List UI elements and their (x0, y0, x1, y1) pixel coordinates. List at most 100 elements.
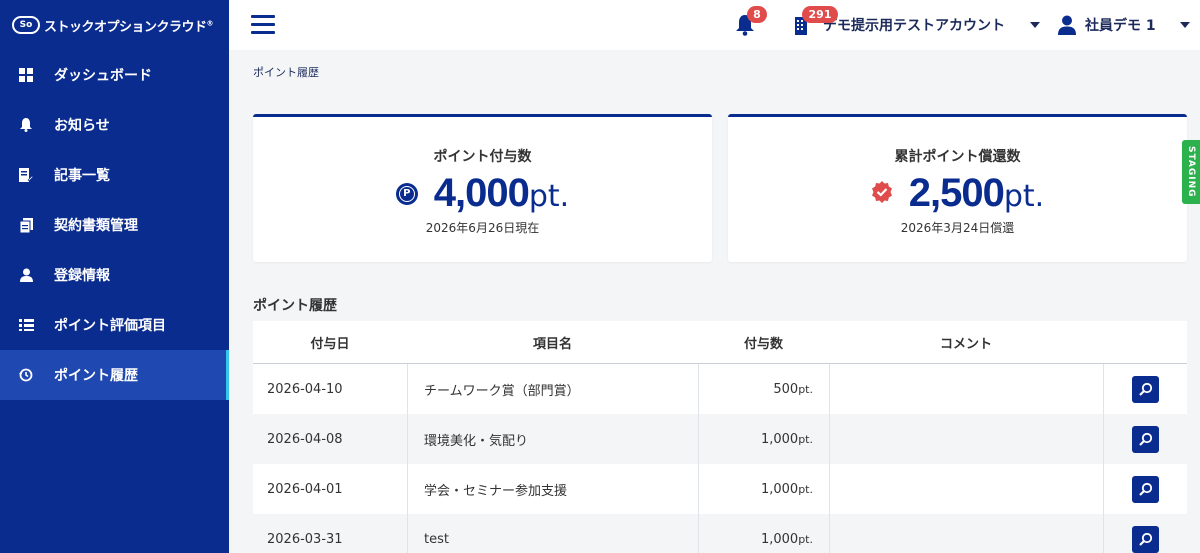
cell-amount: 1,000 pt. (698, 464, 829, 514)
cell-item: test (407, 514, 698, 553)
column-header-item: 項目名 (532, 336, 572, 352)
sidebar-item-label: ポイント評価項目 (54, 318, 166, 334)
user-icon (18, 267, 34, 283)
sidebar-item-label: ポイント履歴 (54, 368, 138, 384)
amount-value: 500 (773, 381, 799, 397)
sidebar-item-label: ダッシュボード (54, 68, 152, 84)
cell-amount: 500 pt. (698, 364, 829, 414)
point-history-table: 付与日 項目名 付与数 コメント 2026-04-10 チームワーク賞（部門賞）… (253, 321, 1187, 553)
user-menu[interactable]: 社員デモ 1 (1085, 15, 1156, 35)
section-title: ポイント履歴 (253, 298, 337, 314)
sidebar-item-contracts[interactable]: 契約書類管理 (0, 200, 229, 250)
cell-actions (1103, 364, 1187, 414)
sidebar: So ストックオプションクラウド® ダッシュボード お知らせ 記事一覧 契約書類… (0, 0, 229, 553)
sidebar-item-label: 契約書類管理 (54, 218, 138, 234)
sidebar-item-label: お知らせ (54, 118, 110, 134)
amount-unit: pt. (798, 432, 813, 446)
table-header: 付与日 項目名 付与数 コメント (253, 321, 1187, 364)
cell-actions (1103, 464, 1187, 514)
search-icon (1138, 532, 1152, 546)
cell-date: 2026-04-10 (267, 381, 343, 397)
cell-date: 2026-04-08 (267, 431, 343, 447)
logo-badge: So (12, 16, 40, 34)
sidebar-item-profile[interactable]: 登録情報 (0, 250, 229, 300)
point-coin-icon: P (395, 182, 418, 205)
cell-item: 学会・セミナー参加支援 (407, 464, 698, 514)
table-row: 2026-04-08 環境美化・気配り 1,000 pt. (253, 414, 1187, 464)
sidebar-item-notices[interactable]: お知らせ (0, 100, 229, 150)
card-date: 2026年3月24日償還 (900, 221, 1015, 235)
points-granted-value: 4,000 (433, 171, 530, 215)
staging-tab: STAGING (1182, 140, 1200, 204)
column-header-date: 付与日 (310, 336, 350, 352)
search-icon (1138, 382, 1152, 396)
table-row: 2026-03-31 test 1,000 pt. (253, 514, 1187, 553)
grid-icon (18, 67, 34, 83)
cell-amount: 1,000 pt. (698, 514, 829, 553)
search-icon (1138, 482, 1152, 496)
amount-unit: pt. (798, 482, 813, 496)
hamburger-menu-icon[interactable] (251, 15, 275, 35)
cell-date: 2026-03-31 (267, 531, 343, 547)
edit-document-icon (18, 167, 34, 183)
sidebar-item-point-criteria[interactable]: ポイント評価項目 (0, 300, 229, 350)
top-header: 8 デモ提示用テストアカウント 291 社員デモ 1 (229, 0, 1200, 50)
amount-value: 1,000 (760, 531, 799, 547)
card-title: ポイント付与数 (433, 149, 532, 165)
list-icon (18, 317, 34, 333)
account-selector[interactable]: デモ提示用テストアカウント (823, 15, 1005, 35)
breadcrumb[interactable]: ポイント履歴 (253, 64, 319, 80)
cell-actions (1103, 514, 1187, 553)
card-value: 2,500pt. (728, 171, 1187, 216)
amount-unit: pt. (798, 382, 813, 396)
sidebar-nav: ダッシュボード お知らせ 記事一覧 契約書類管理 登録情報 ポイント評価項目 ポ… (0, 50, 229, 400)
app-logo[interactable]: So ストックオプションクラウド® (0, 0, 229, 50)
detail-search-button[interactable] (1132, 425, 1159, 453)
cell-comment (829, 364, 1103, 414)
cell-comment (829, 414, 1103, 464)
notification-count-badge: 8 (747, 6, 767, 23)
sidebar-item-label: 記事一覧 (54, 168, 110, 184)
points-unit: pt. (1003, 179, 1045, 214)
points-redeemed-card: 累計ポイント償還数 2,500pt. 2026年3月24日償還 (728, 114, 1187, 262)
search-icon (1138, 432, 1152, 446)
card-value: P 4,000pt. (253, 171, 712, 216)
amount-value: 1,000 (760, 481, 799, 497)
amount-value: 1,000 (760, 431, 799, 447)
table-row: 2026-04-01 学会・セミナー参加支援 1,000 pt. (253, 464, 1187, 514)
chevron-down-icon[interactable] (1030, 22, 1040, 28)
points-redeemed-value: 2,500 (908, 171, 1005, 215)
verified-check-icon (871, 180, 893, 207)
cell-comment (829, 464, 1103, 514)
column-header-amount: 付与数 (743, 336, 783, 352)
cell-actions (1103, 414, 1187, 464)
account-count-badge: 291 (802, 6, 838, 23)
points-granted-card: ポイント付与数 P 4,000pt. 2026年6月26日現在 (253, 114, 712, 262)
cell-amount: 1,000 pt. (698, 414, 829, 464)
history-icon (18, 367, 34, 383)
cell-item: 環境美化・気配り (407, 414, 698, 464)
detail-search-button[interactable] (1132, 375, 1159, 403)
card-title: 累計ポイント償還数 (894, 149, 1021, 165)
amount-unit: pt. (798, 532, 813, 546)
column-header-comment: コメント (939, 336, 992, 352)
sidebar-item-dashboard[interactable]: ダッシュボード (0, 50, 229, 100)
cell-date: 2026-04-01 (267, 481, 343, 497)
chevron-down-icon[interactable] (1180, 22, 1190, 28)
card-date: 2026年6月26日現在 (425, 221, 540, 235)
sidebar-item-label: 登録情報 (54, 268, 110, 284)
points-redeemed-amount: 2,500pt. (909, 171, 1044, 216)
points-unit: pt. (528, 179, 570, 214)
user-icon (1058, 15, 1076, 39)
logo-text: ストックオプションクラウド® (44, 19, 214, 35)
sidebar-item-point-history[interactable]: ポイント履歴 (0, 350, 229, 400)
points-granted-amount: 4,000pt. (434, 171, 569, 216)
detail-search-button[interactable] (1132, 475, 1159, 503)
cell-comment (829, 514, 1103, 553)
detail-search-button[interactable] (1132, 525, 1159, 553)
table-row: 2026-04-10 チームワーク賞（部門賞） 500 pt. (253, 364, 1187, 414)
sidebar-item-articles[interactable]: 記事一覧 (0, 150, 229, 200)
bell-icon (18, 117, 34, 133)
documents-icon (18, 217, 34, 233)
cell-item: チームワーク賞（部門賞） (407, 364, 698, 414)
